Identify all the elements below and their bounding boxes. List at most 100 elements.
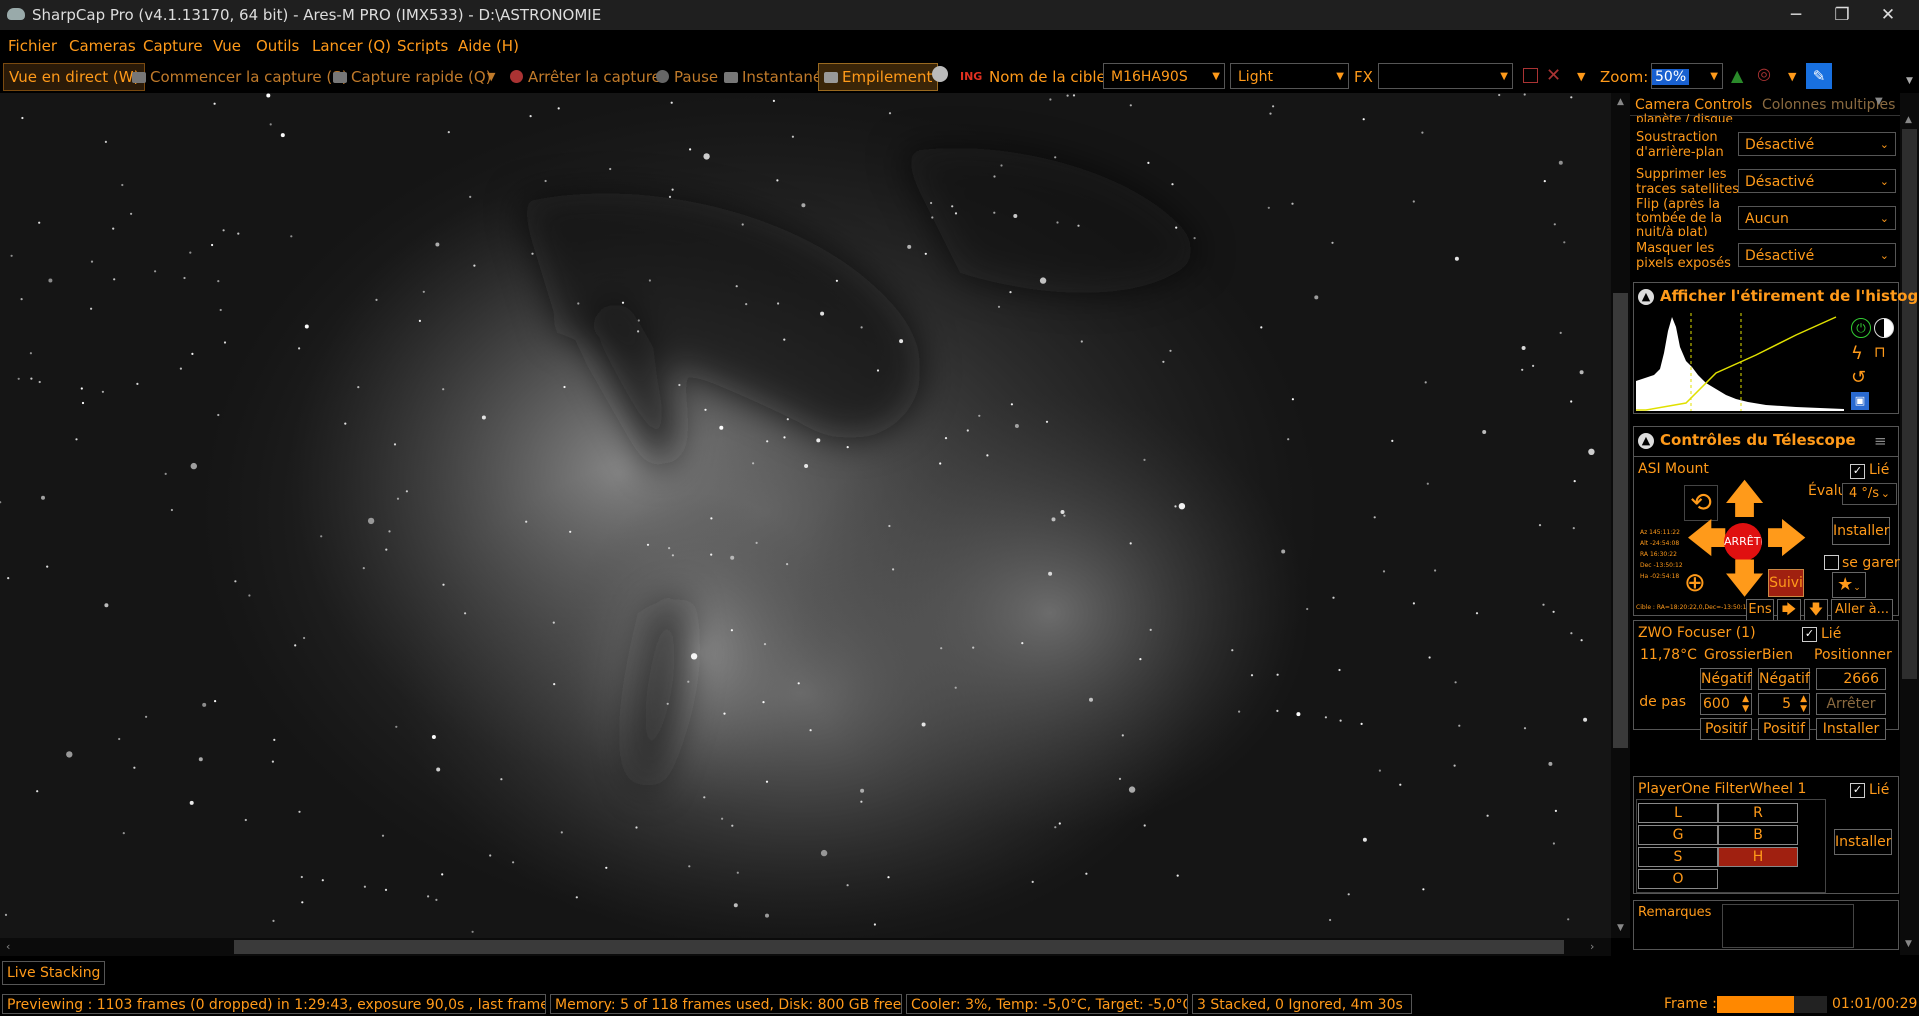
target-name-input[interactable]: M16HA90S ▼ [1103,63,1225,89]
scroll-down-icon[interactable]: ▼ [1905,939,1912,949]
histogram-icon[interactable]: ▲ [1731,66,1743,85]
goto-button[interactable]: Aller à... [1831,599,1893,621]
tab-camera-controls[interactable]: Camera Controls [1635,97,1752,113]
minimize-button[interactable]: ─ [1773,0,1819,30]
filter-o[interactable]: O [1638,869,1718,889]
collapse-icon[interactable]: ▲ [1638,289,1654,305]
menu-vue[interactable]: Vue [213,37,241,55]
filter-l[interactable]: L [1638,803,1718,823]
arrow-down-icon[interactable]: 🡇 [1724,559,1765,599]
roi-icon[interactable] [1523,68,1538,83]
quick-capture-dropdown-icon[interactable]: ▼ [487,70,495,83]
collapse-icon[interactable]: ▲ [1638,433,1654,449]
crosshair-icon[interactable]: ✕ [1546,65,1561,86]
toolbar-overflow-icon[interactable]: ▼ [1906,76,1913,86]
panel-scroll-thumb[interactable] [1902,129,1917,679]
menu-outils[interactable]: Outils [256,37,299,55]
stop-capture-button[interactable]: Arrêter la capture [510,68,661,86]
zoom-select[interactable]: 50% ▼ [1651,63,1723,89]
sync-down-icon[interactable]: 🡇 [1804,599,1828,621]
image-horizontal-scrollbar[interactable]: ‹ › [0,938,1611,956]
reset-icon[interactable]: ↺ [1851,367,1866,388]
mask-pixels-select[interactable]: Désactivé ⌄ [1738,243,1896,267]
park-checkbox[interactable] [1824,555,1839,570]
quick-capture-button[interactable]: Capture rapide (Q) [333,68,492,86]
power-icon[interactable]: ⏻ [1851,318,1871,338]
flag-icon[interactable]: ING [960,70,982,83]
alarm-icon[interactable]: ◎ [1757,64,1771,83]
filterwheel-setup-button[interactable]: Installer [1834,829,1892,855]
filter-h-active[interactable]: H [1718,847,1798,867]
coarse-negative-button[interactable]: Négatif [1700,668,1752,690]
horizontal-scroll-thumb[interactable] [234,940,1564,954]
crosshair-dropdown-icon[interactable]: ▼ [1577,70,1585,83]
close-button[interactable]: ✕ [1865,0,1911,30]
image-viewport[interactable] [0,93,1611,938]
set-button[interactable]: Ens [1746,599,1774,621]
image-vertical-scrollbar[interactable]: ▲ ▼ [1611,93,1630,938]
scroll-up-icon[interactable]: ▲ [1617,97,1624,107]
sync-right-icon[interactable]: 🡆 [1777,599,1801,621]
target-icon[interactable]: ⊕ [1684,563,1706,603]
tab-dropdown-icon[interactable]: ▼ [1875,96,1883,107]
lock-icon[interactable]: ⊓ [1874,343,1886,361]
arrow-right-icon[interactable]: 🡆 [1766,519,1807,559]
flip-select[interactable]: Aucun ⌄ [1738,206,1896,230]
alarm-dropdown-icon[interactable]: ▼ [1788,70,1796,83]
filter-s[interactable]: S [1638,847,1718,867]
planet-icon[interactable] [932,66,948,82]
satellite-trails-select[interactable]: Désactivé ⌄ [1738,169,1896,193]
track-button[interactable]: Suivi [1768,569,1804,597]
filter-b[interactable]: B [1718,825,1798,845]
start-capture-button[interactable]: Commencer la capture (S) [132,68,348,86]
focuser-linked-checkbox[interactable]: ✓ [1802,627,1817,642]
histogram-chart[interactable] [1636,313,1844,411]
telescope-header[interactable]: ▲ Contrôles du Télescope [1638,431,1856,449]
menu-fichier[interactable]: Fichier [8,37,57,55]
histogram-header[interactable]: ▲Afficher l'étirement de l'histogram [1638,287,1919,305]
maximize-button[interactable]: ❐ [1819,0,1865,30]
scroll-down-icon[interactable]: ▼ [1617,923,1624,933]
star-select[interactable]: ★⌄ [1832,572,1866,598]
live-stacking-tab[interactable]: Live Stacking [2,961,106,985]
fine-negative-button[interactable]: Négatif [1758,668,1810,690]
arrow-left-icon[interactable]: 🡄 [1686,519,1727,559]
filter-r[interactable]: R [1718,803,1798,823]
spinner-icon[interactable]: ▲ ▼ [1800,694,1807,714]
filter-g[interactable]: G [1638,825,1718,845]
frame-type-select[interactable]: Light ▼ [1230,63,1349,89]
vertical-scroll-thumb[interactable] [1613,293,1628,748]
fine-step-input[interactable]: 5 ▲ ▼ [1758,693,1810,715]
menu-lancer[interactable]: Lancer (Q) [312,37,391,55]
panel-scrollbar[interactable]: ▲ ▼ [1900,93,1919,955]
arrow-up-icon[interactable]: 🡅 [1724,479,1765,519]
mount-linked-checkbox[interactable]: ✓ [1850,464,1865,479]
live-view-button[interactable]: Vue en direct (W) [3,63,146,91]
position-input[interactable]: 2666 [1816,668,1886,690]
menu-aide[interactable]: Aide (H) [458,37,519,55]
coarse-step-input[interactable]: 600 ▲ ▼ [1700,693,1752,715]
fx-select[interactable]: ▼ [1378,63,1513,89]
fine-positive-button[interactable]: Positif [1758,718,1810,740]
menu-icon[interactable]: ≡ [1874,432,1887,450]
rate-select[interactable]: 4 °/s ⌄ [1842,483,1897,505]
menu-scripts[interactable]: Scripts [397,37,448,55]
scroll-left-icon[interactable]: ‹ [6,940,10,953]
save-icon[interactable]: ▣ [1851,392,1869,410]
pause-button[interactable]: Pause [656,68,718,86]
background-subtraction-select[interactable]: Désactivé ⌄ [1738,132,1896,156]
brush-icon[interactable]: ✎ [1806,63,1832,89]
stacking-button[interactable]: Empilement [818,63,939,91]
filterwheel-linked-checkbox[interactable]: ✓ [1850,783,1865,798]
lightning-icon[interactable]: ϟ [1851,343,1863,364]
spinner-icon[interactable]: ▲ ▼ [1742,694,1749,714]
mount-setup-button[interactable]: Installer [1832,517,1890,545]
menu-capture[interactable]: Capture [143,37,203,55]
focuser-setup-button[interactable]: Installer [1816,718,1886,740]
focuser-stop-button[interactable]: Arrêter [1816,693,1886,715]
snapshot-button[interactable]: Instantané [724,68,822,86]
contrast-icon[interactable] [1874,318,1894,338]
menu-cameras[interactable]: Cameras [69,37,136,55]
coarse-positive-button[interactable]: Positif [1700,718,1752,740]
notes-textarea[interactable] [1722,904,1854,948]
